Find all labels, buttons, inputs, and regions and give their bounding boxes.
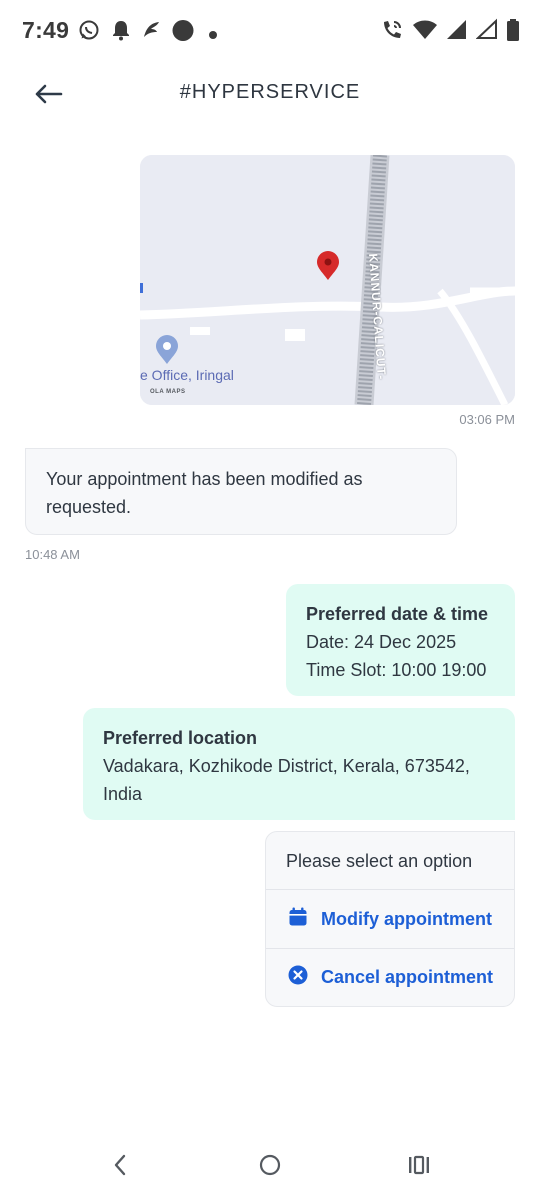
wifi-icon	[412, 18, 438, 47]
map-pin-icon	[315, 251, 341, 286]
bell-icon	[111, 19, 131, 46]
outgoing-message-datetime: Preferred date & time Date: 24 Dec 2025 …	[286, 584, 515, 696]
app-logo-icon	[140, 19, 162, 46]
nav-home-button[interactable]	[250, 1149, 290, 1185]
circle-icon	[171, 19, 195, 48]
datetime-slot: Time Slot: 10:00 19:00	[306, 660, 487, 680]
nav-recents-icon	[407, 1154, 431, 1181]
message-timestamp: 03:06 PM	[459, 412, 515, 427]
location-address: Vadakara, Kozhikode District, Kerala, 67…	[103, 756, 470, 804]
nav-recents-button[interactable]	[399, 1149, 439, 1185]
message-timestamp: 10:48 AM	[25, 547, 80, 562]
datetime-date: Date: 24 Dec 2025	[306, 632, 457, 652]
message-text: Your appointment has been modified as re…	[46, 469, 363, 517]
modify-appointment-button[interactable]: Modify appointment	[266, 890, 514, 948]
cancel-appointment-button[interactable]: Cancel appointment	[266, 948, 514, 1006]
place-label: e Office, Iringal	[140, 367, 234, 383]
outgoing-message-location: Preferred location Vadakara, Kozhikode D…	[83, 708, 515, 820]
battery-icon	[506, 18, 520, 47]
page-title: #HYPERSERVICE	[179, 81, 361, 103]
status-time: 7:49	[22, 17, 70, 43]
incoming-message: Your appointment has been modified as re…	[25, 448, 457, 535]
signal-empty-icon	[475, 18, 498, 47]
whatsapp-icon	[78, 19, 100, 46]
nav-back-icon	[112, 1153, 128, 1182]
location-marker-icon	[154, 335, 180, 370]
app-header: #HYPERSERVICE	[0, 62, 540, 128]
nav-home-icon	[258, 1153, 282, 1182]
dot-icon	[208, 27, 218, 45]
status-right-icons	[380, 18, 520, 47]
cancel-appointment-label: Cancel appointment	[321, 967, 494, 987]
cancel-circle-icon	[288, 965, 308, 990]
system-nav-bar	[0, 1137, 540, 1199]
calendar-icon	[288, 907, 308, 932]
options-card: Please select an option Modify appointme…	[265, 831, 515, 1007]
signal-icon	[446, 18, 468, 47]
wifi-calling-icon	[380, 18, 404, 47]
modify-appointment-label: Modify appointment	[321, 908, 492, 929]
options-prompt: Please select an option	[266, 832, 514, 890]
location-title: Preferred location	[103, 728, 258, 748]
map-attribution: OLA MAPS	[150, 389, 186, 395]
map-message[interactable]: KANNUR-CALICUT- e Office, Iringal OLA MA…	[140, 155, 515, 405]
nav-back-button[interactable]	[100, 1149, 140, 1185]
status-bar: 7:49	[0, 0, 540, 62]
datetime-title: Preferred date & time	[306, 604, 489, 624]
